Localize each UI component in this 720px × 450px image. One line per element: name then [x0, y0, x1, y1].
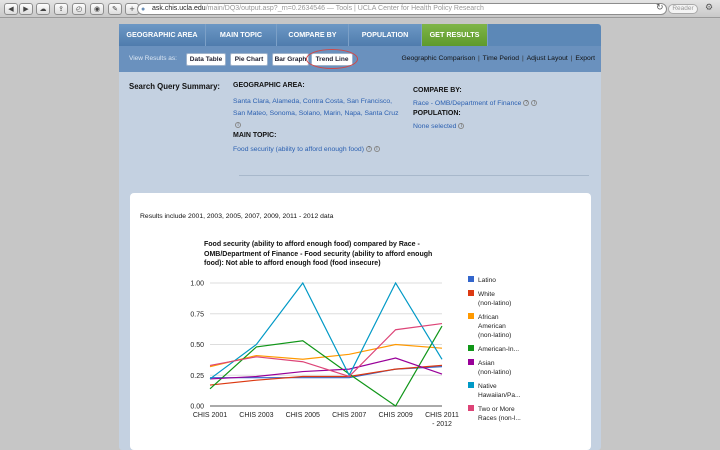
legend-label: Latino [478, 277, 496, 284]
geo-area-line1[interactable]: Santa Clara, Alameda, Contra Costa, San … [233, 96, 392, 108]
time-period-link[interactable]: Time Period [483, 55, 519, 62]
export-link[interactable]: Export [575, 55, 595, 62]
geographic-comparison-link[interactable]: Geographic Comparison [401, 55, 475, 62]
step-tabs: GEOGRAPHIC AREA MAIN TOPIC COMPARE BY PO… [119, 24, 601, 46]
legend-swatch [468, 405, 474, 411]
settings-icon[interactable]: ⚙ [702, 3, 716, 15]
page: GEOGRAPHIC AREA MAIN TOPIC COMPARE BY PO… [0, 19, 720, 450]
x-tick-label: CHIS 2001 [193, 412, 227, 419]
y-tick-label: 0.25 [190, 373, 204, 380]
population-value[interactable]: None selected [413, 123, 456, 130]
main-topic-value-row: Food security (ability to afford enough … [233, 144, 380, 156]
info-icon[interactable]: i [531, 100, 538, 107]
summary-title: Search Query Summary: [129, 82, 221, 91]
address-bar[interactable]: ● ask.chis.ucla.edu/main/DQ3/output.asp?… [137, 3, 667, 15]
bar-graph-button[interactable]: Bar Graph [272, 53, 309, 66]
tab-population[interactable]: POPULATION [349, 24, 422, 46]
compare-by-value-row: Race - OMB/Department of Finance? i [413, 98, 538, 110]
info-icon[interactable]: i [373, 146, 380, 153]
results-panel: GEOGRAPHIC AREA MAIN TOPIC COMPARE BY PO… [119, 24, 601, 450]
view-links: Geographic Comparison | Time Period | Ad… [401, 55, 595, 62]
legend-swatch [468, 382, 474, 388]
results-note: Results include 2001, 2003, 2005, 2007, … [140, 213, 334, 220]
x-tick-label: - 2012 [432, 421, 452, 428]
geo-area-line2[interactable]: San Mateo, Sonoma, Solano, Marin, Napa, … [233, 108, 398, 120]
tools-icon[interactable]: ✎ [108, 3, 122, 15]
back-icon[interactable]: ◀ [4, 3, 18, 15]
legend-swatch [468, 359, 474, 365]
chart-title: Food security (ability to afford enough … [204, 241, 433, 267]
stop-icon[interactable]: ◉ [90, 3, 104, 15]
globe-icon: ● [141, 6, 146, 13]
population-value-row: None selected i [413, 121, 465, 133]
legend-label: African [478, 314, 499, 321]
x-tick-label: CHIS 2011 [425, 412, 459, 419]
results-card: Results include 2001, 2003, 2005, 2007, … [130, 193, 591, 450]
data-table-button[interactable]: Data Table [186, 53, 226, 66]
main-topic-label: MAIN TOPIC: [233, 132, 277, 139]
forward-icon[interactable]: ▶ [19, 3, 33, 15]
geo-area-label: GEOGRAPHIC AREA: [233, 82, 305, 89]
page-title: — Tools | UCLA Center for Health Policy … [324, 5, 484, 12]
legend-swatch [468, 345, 474, 351]
x-tick-label: CHIS 2007 [332, 412, 366, 419]
legend-swatch [468, 276, 474, 282]
y-tick-label: 0.75 [190, 311, 204, 318]
pie-chart-button[interactable]: Pie Chart [230, 53, 268, 66]
legend-label: American-In... [478, 346, 519, 353]
legend-label: Asian [478, 360, 495, 367]
y-tick-label: 0.50 [190, 342, 204, 349]
y-tick-label: 0.00 [190, 404, 204, 411]
history-icon[interactable]: ◴ [72, 3, 86, 15]
legend-label: White [478, 291, 495, 298]
legend-label: Hawaiian/Pa... [478, 392, 521, 399]
legend-label: Races (non-l... [478, 415, 521, 422]
trend-line-chart: 1.00 0.75 0.50 0.25 0.00CHIS 2001 CHIS 2003 CH… [190, 276, 521, 428]
y-tick-label: 1.00 [190, 281, 204, 288]
main-topic-value[interactable]: Food security (ability to afford enough … [233, 146, 364, 153]
info-icon[interactable]: i [458, 123, 465, 130]
legend-swatch [468, 313, 474, 319]
population-label: POPULATION: [413, 110, 461, 117]
help-icon[interactable]: ? [523, 100, 530, 107]
reader-button[interactable]: Reader [668, 4, 698, 14]
legend-label: (non-latino) [478, 369, 511, 376]
tab-compare-by[interactable]: COMPARE BY [277, 24, 349, 46]
view-results-label: View Results as: [129, 55, 177, 62]
browser-toolbar: ◀ ▶ ☁ ⇪ ◴ ◉ ✎ + ● ask.chis.ucla.edu/main… [0, 0, 720, 18]
help-icon[interactable]: ? [365, 146, 372, 153]
series-line [209, 325, 443, 407]
x-tick-label: CHIS 2009 [378, 412, 412, 419]
tab-geographic-area[interactable]: GEOGRAPHIC AREA [119, 24, 206, 46]
compare-by-label: COMPARE BY: [413, 87, 462, 94]
legend-swatch [468, 290, 474, 296]
legend-label: (non-latino) [478, 332, 511, 339]
highlight-circle [306, 49, 358, 69]
x-tick-label: CHIS 2003 [239, 412, 273, 419]
adjust-layout-link[interactable]: Adjust Layout [527, 55, 568, 62]
series-line [209, 343, 443, 368]
summary-divider [239, 175, 589, 176]
legend-label: (non-latino) [478, 300, 511, 307]
view-results-bar: View Results as: Data Table Pie Chart Ba… [119, 46, 601, 72]
tab-get-results[interactable]: GET RESULTS [422, 24, 488, 46]
info-icon[interactable]: i [235, 122, 241, 129]
url-domain: ask.chis.ucla.edu [152, 5, 206, 12]
x-tick-label: CHIS 2005 [286, 412, 320, 419]
share-icon[interactable]: ⇪ [54, 3, 68, 15]
reload-icon[interactable]: ↻ [656, 3, 664, 13]
compare-by-value[interactable]: Race - OMB/Department of Finance [413, 100, 521, 107]
legend-label: Two or More [478, 406, 515, 413]
tab-main-topic[interactable]: MAIN TOPIC [206, 24, 277, 46]
legend-label: American [478, 323, 506, 330]
cloud-icon[interactable]: ☁ [36, 3, 50, 15]
series-line [209, 281, 443, 380]
legend-label: Native [478, 383, 497, 390]
url-path: /main/DQ3/output.asp?_rn=0.2634546 [205, 5, 325, 12]
